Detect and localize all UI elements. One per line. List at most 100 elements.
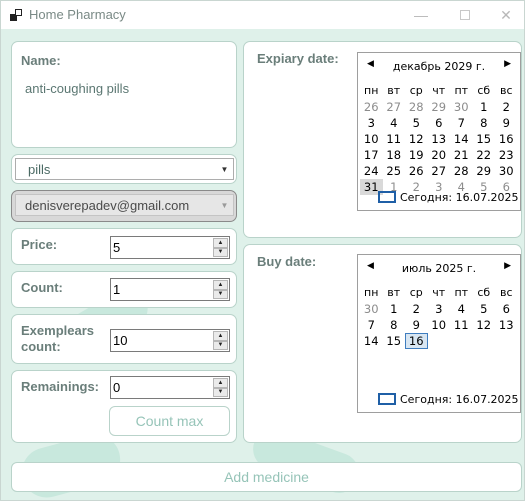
calendar-day[interactable]: 9 <box>495 115 518 131</box>
exemplears-stepper[interactable]: 10 ▲ ▼ <box>110 329 230 352</box>
weekday-header: вт <box>387 84 401 97</box>
expiry-month-title[interactable]: декабрь 2029 г. <box>358 60 520 73</box>
next-month-icon[interactable]: ▶ <box>504 261 511 271</box>
add-medicine-button[interactable]: Add medicine <box>11 462 522 492</box>
stepper-down-icon[interactable]: ▼ <box>213 340 228 350</box>
count-label: Count: <box>21 280 63 295</box>
expiry-calendar[interactable]: ◀ декабрь 2029 г. ▶ пн вт ср чт пт сб вс 26 27 28… <box>357 52 521 211</box>
count-value: 1 <box>113 282 121 297</box>
calendar-day[interactable]: 14 <box>450 131 473 147</box>
stepper-down-icon[interactable]: ▼ <box>213 289 228 299</box>
calendar-day[interactable]: 27 <box>428 163 451 179</box>
calendar-day[interactable]: 11 <box>383 131 406 147</box>
calendar-day[interactable]: 13 <box>495 317 518 333</box>
calendar-day <box>495 333 518 349</box>
calendar-day[interactable]: 5 <box>473 301 496 317</box>
today-marker-icon <box>378 393 396 405</box>
calendar-day[interactable]: 4 <box>383 115 406 131</box>
stepper-down-icon[interactable]: ▼ <box>213 247 228 257</box>
maximize-icon <box>460 10 470 20</box>
calendar-day[interactable]: 2 <box>495 99 518 115</box>
price-stepper[interactable]: 5 ▲ ▼ <box>110 236 230 259</box>
calendar-day[interactable]: 9 <box>405 317 428 333</box>
calendar-day[interactable]: 26 <box>405 163 428 179</box>
stepper-up-icon[interactable]: ▲ <box>213 331 228 341</box>
calendar-day[interactable]: 23 <box>495 147 518 163</box>
email-combo[interactable]: denisverepadev@gmail.com ▼ <box>15 194 234 216</box>
calendar-day[interactable]: 2 <box>405 301 428 317</box>
calendar-day[interactable]: 18 <box>383 147 406 163</box>
weekday-header: ср <box>409 286 423 299</box>
name-value[interactable]: anti-coughing pills <box>25 81 129 96</box>
calendar-day[interactable]: 16 <box>405 333 428 349</box>
calendar-day[interactable]: 30 <box>495 163 518 179</box>
calendar-day[interactable]: 12 <box>405 131 428 147</box>
calendar-day[interactable]: 4 <box>450 301 473 317</box>
calendar-day[interactable]: 3 <box>428 301 451 317</box>
calendar-day[interactable]: 10 <box>360 131 383 147</box>
calendar-day[interactable]: 17 <box>360 147 383 163</box>
stepper-up-icon[interactable]: ▲ <box>213 378 228 388</box>
calendar-day[interactable]: 21 <box>450 147 473 163</box>
close-button[interactable]: ✕ <box>486 1 524 29</box>
type-combo[interactable]: pills ▼ <box>15 158 234 180</box>
stepper-up-icon[interactable]: ▲ <box>213 238 228 248</box>
calendar-day[interactable]: 16 <box>495 131 518 147</box>
calendar-day[interactable]: 3 <box>360 115 383 131</box>
calendar-day[interactable]: 1 <box>473 99 496 115</box>
calendar-day[interactable]: 25 <box>383 163 406 179</box>
stepper-down-icon[interactable]: ▼ <box>213 387 228 397</box>
calendar-day <box>473 333 496 349</box>
calendar-day[interactable]: 19 <box>405 147 428 163</box>
calendar-day[interactable]: 7 <box>360 317 383 333</box>
maximize-button[interactable] <box>445 1 485 29</box>
calendar-day[interactable]: 26 <box>360 99 383 115</box>
remainings-stepper[interactable]: 0 ▲ ▼ <box>110 376 230 399</box>
calendar-day[interactable]: 29 <box>428 99 451 115</box>
buy-calendar[interactable]: ◀ июль 2025 г. ▶ пн вт ср чт пт сб вс 30 1 2 3 4 5 6 7… <box>357 254 521 413</box>
calendar-day[interactable]: 7 <box>450 115 473 131</box>
calendar-day[interactable]: 6 <box>428 115 451 131</box>
stepper-up-icon[interactable]: ▲ <box>213 280 228 290</box>
calendar-day[interactable]: 12 <box>473 317 496 333</box>
remainings-label: Remainings: <box>21 379 100 394</box>
calendar-day[interactable]: 29 <box>473 163 496 179</box>
today-marker-icon <box>378 191 396 203</box>
buy-today-link[interactable]: Сегодня: 16.07.2025 <box>378 393 519 406</box>
calendar-day[interactable]: 27 <box>383 99 406 115</box>
next-month-icon[interactable]: ▶ <box>504 59 511 69</box>
count-stepper[interactable]: 1 ▲ ▼ <box>110 278 230 301</box>
calendar-day[interactable]: 24 <box>360 163 383 179</box>
chevron-down-icon: ▼ <box>220 164 229 174</box>
weekday-header: вс <box>499 84 513 97</box>
count-max-button[interactable]: Count max <box>109 406 230 436</box>
calendar-day[interactable]: 10 <box>428 317 451 333</box>
calendar-day[interactable]: 28 <box>405 99 428 115</box>
calendar-day[interactable]: 30 <box>450 99 473 115</box>
expiry-today-link[interactable]: Сегодня: 16.07.2025 <box>378 191 519 204</box>
calendar-day[interactable]: 8 <box>383 317 406 333</box>
weekday-header: вт <box>387 286 401 299</box>
calendar-day[interactable]: 6 <box>495 301 518 317</box>
app-icon <box>10 9 22 21</box>
calendar-day[interactable]: 30 <box>360 301 383 317</box>
email-combo-value: denisverepadev@gmail.com <box>25 198 190 213</box>
calendar-day[interactable]: 1 <box>383 301 406 317</box>
calendar-day[interactable]: 5 <box>405 115 428 131</box>
chevron-down-icon: ▼ <box>220 200 229 210</box>
weekday-header: сб <box>477 286 491 299</box>
calendar-day[interactable]: 11 <box>450 317 473 333</box>
calendar-day[interactable]: 22 <box>473 147 496 163</box>
buy-month-title[interactable]: июль 2025 г. <box>358 262 520 275</box>
calendar-day[interactable]: 15 <box>473 131 496 147</box>
weekday-header: пт <box>454 84 469 97</box>
calendar-day[interactable]: 28 <box>450 163 473 179</box>
calendar-day[interactable]: 20 <box>428 147 451 163</box>
calendar-day[interactable]: 8 <box>473 115 496 131</box>
calendar-day[interactable]: 15 <box>383 333 406 349</box>
calendar-day[interactable]: 14 <box>360 333 383 349</box>
exemplears-value: 10 <box>113 333 128 348</box>
minimize-button[interactable]: — <box>401 1 441 29</box>
type-combo-value: pills <box>28 162 51 177</box>
calendar-day[interactable]: 13 <box>428 131 451 147</box>
